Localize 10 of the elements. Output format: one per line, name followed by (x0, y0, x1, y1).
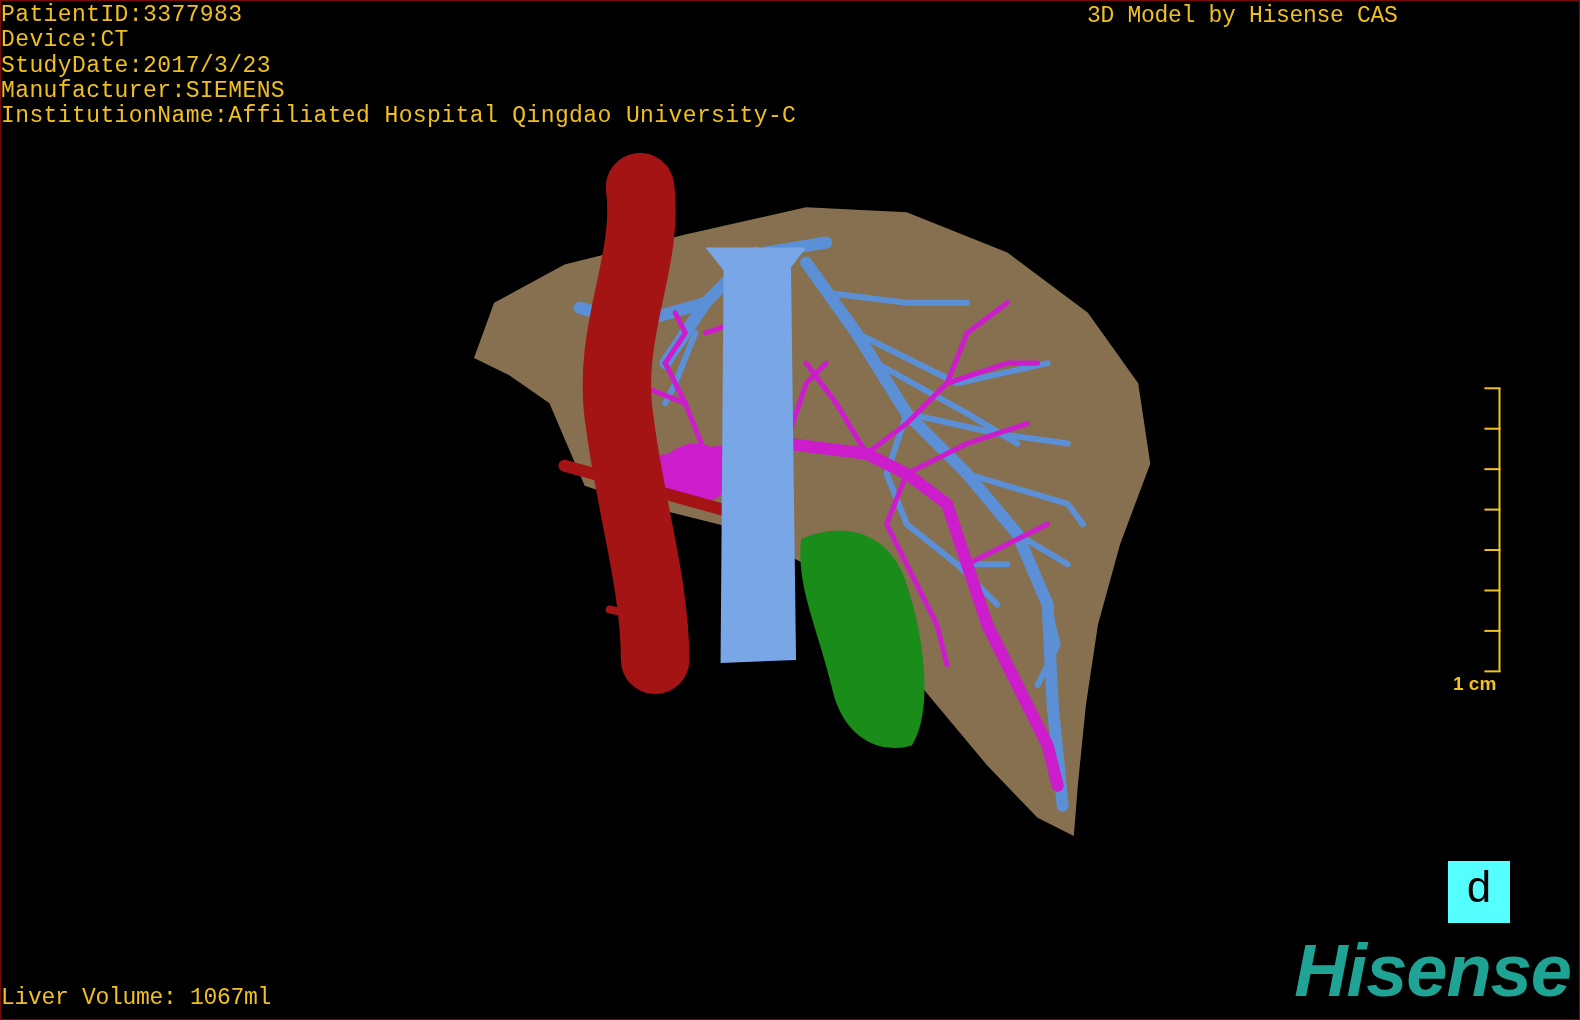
patient-info-text: StudyDate:2017/3/23 (1, 53, 272, 79)
scale-label: 1 cm (1453, 673, 1497, 695)
liver-volume-text: Liver Volume: 1067ml (1, 985, 272, 1011)
patient-info-text: InstitutionName:Affiliated Hospital Qingdao University-C (1, 104, 797, 130)
patient-info-text: Device:CT (1, 28, 130, 54)
orientation-label: d (1448, 861, 1510, 923)
header-title: 3D Model by Hisense CAS (1087, 3, 1398, 29)
patient-info-text: PatientID:3377983 (1, 3, 244, 28)
logo: Hisense (1294, 931, 1572, 1011)
patient-info-text: Manufacturer:SIEMENS (1, 78, 287, 104)
